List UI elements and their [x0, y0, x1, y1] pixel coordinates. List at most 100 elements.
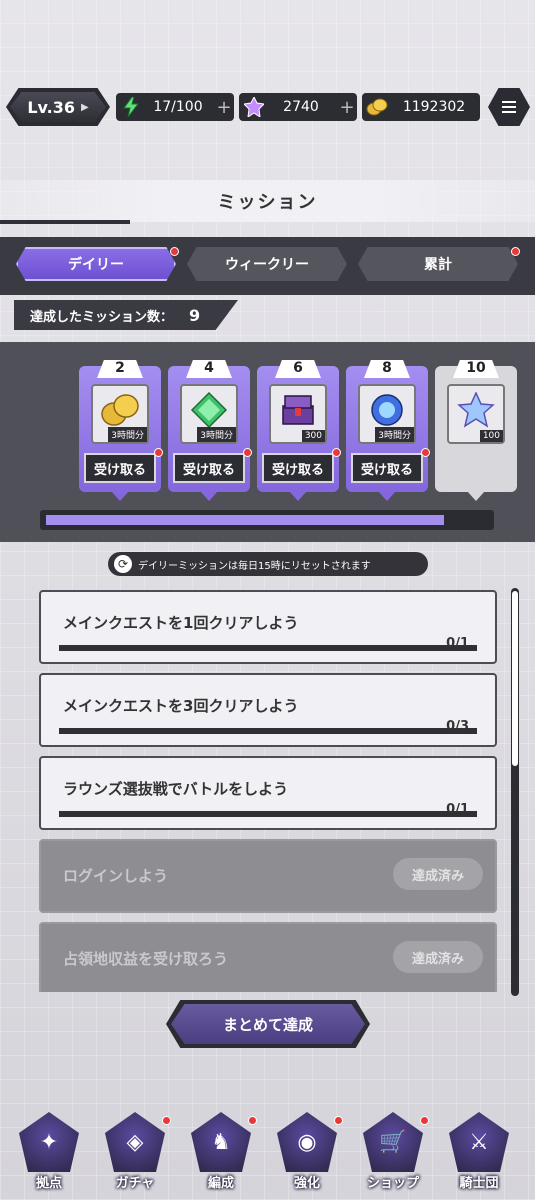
milestone-pointer	[111, 491, 129, 501]
milestone-reward: 8 3時間分 受け取る	[346, 360, 430, 501]
milestone-step: 4	[204, 360, 214, 376]
nav-shop[interactable]: 🛒 ショップ	[354, 1108, 432, 1194]
bottom-navigation: ✦ 拠点 ◈ ガチャ ♞ 編成 ◉ 強化 🛒 ショップ ⚔ 騎士団	[0, 1108, 535, 1200]
mission-item[interactable]: ラウンズ選抜戦でバトルをしよう 0/1	[39, 756, 497, 830]
claim-button[interactable]: 受け取る	[173, 453, 245, 483]
completed-badge: 達成済み	[393, 941, 483, 973]
milestone-pointer	[200, 491, 218, 501]
reward-item[interactable]: 3時間分	[91, 384, 149, 444]
mission-title: ラウンズ選抜戦でバトルをしよう	[63, 780, 289, 798]
base-icon: ✦	[19, 1112, 79, 1172]
claim-button[interactable]: 受け取る	[262, 453, 334, 483]
milestone-rewards-panel: 2 3時間分 受け取る 4 3時間分 受け取る 6 300 受け取る 8 3時間…	[0, 342, 535, 542]
reset-note: ⟳ デイリーミッションは毎日15時にリセットされます	[108, 552, 428, 576]
claim-button[interactable]: 受け取る	[84, 453, 156, 483]
milestone-reward: 2 3時間分 受け取る	[79, 360, 163, 501]
nav-formation[interactable]: ♞ 編成	[182, 1108, 260, 1194]
claim-notice-dot	[243, 448, 252, 457]
gold-value: 1192302	[402, 99, 466, 115]
lightning-icon	[120, 96, 142, 118]
add-gem-button[interactable]: +	[337, 97, 357, 118]
title-underline	[0, 220, 130, 224]
bulk-complete-button[interactable]: まとめて達成	[166, 1000, 370, 1048]
tab-cumulative-notice-dot	[511, 247, 520, 256]
mission-progress-bar	[59, 728, 477, 734]
level-badge[interactable]: Lv.36 ▶	[6, 88, 110, 126]
nav-gacha[interactable]: ◈ ガチャ	[96, 1108, 174, 1194]
nav-label: ショップ	[366, 1176, 419, 1191]
chevron-right-icon: ▶	[80, 101, 89, 113]
mission-title: ログインしよう	[63, 867, 169, 885]
tab-weekly[interactable]: ウィークリー	[187, 247, 347, 281]
milestone-progress-bar	[40, 510, 494, 530]
milestone-reward: 6 300 受け取る	[257, 360, 341, 501]
reward-qty: 300	[301, 430, 325, 442]
nav-label: 編成	[207, 1176, 234, 1191]
mission-progress: 0/1	[446, 636, 469, 651]
gem-value: 2740	[283, 99, 319, 115]
refresh-icon: ⟳	[114, 555, 132, 573]
reward-qty: 3時間分	[108, 427, 147, 442]
achieved-count-banner: 達成したミッション数： 9	[14, 300, 238, 330]
milestone-step: 10	[466, 360, 486, 376]
mission-title: 占領地収益を受け取ろう	[63, 950, 229, 968]
milestone-pointer	[378, 491, 396, 501]
nav-base[interactable]: ✦ 拠点	[10, 1108, 88, 1194]
claim-button[interactable]: 受け取る	[351, 453, 423, 483]
claim-notice-dot	[332, 448, 341, 457]
milestone-step: 2	[115, 360, 125, 376]
formation-icon: ♞	[191, 1112, 251, 1172]
bulk-complete-label: まとめて達成	[222, 1015, 313, 1034]
menu-button[interactable]	[488, 88, 530, 126]
add-stamina-button[interactable]: +	[214, 97, 234, 118]
nav-notice-dot	[420, 1116, 429, 1125]
reward-item[interactable]: 300	[269, 384, 327, 444]
mission-item[interactable]: メインクエストを1回クリアしよう 0/1	[39, 590, 497, 664]
mission-item[interactable]: メインクエストを3回クリアしよう 0/3	[39, 673, 497, 747]
tab-daily[interactable]: デイリー	[16, 247, 176, 281]
milestone-pointer	[289, 491, 307, 501]
mission-list[interactable]: メインクエストを1回クリアしよう 0/1 メインクエストを3回クリアしよう 0/…	[39, 590, 498, 992]
gem-icon	[243, 96, 265, 118]
nav-notice-dot	[334, 1116, 343, 1125]
mission-progress-bar	[59, 645, 477, 651]
reward-qty: 3時間分	[197, 427, 236, 442]
nav-label: 拠点	[35, 1176, 62, 1191]
reward-item[interactable]: 3時間分	[358, 384, 416, 444]
reward-item[interactable]: 3時間分	[180, 384, 238, 444]
milestone-reward-locked: 10 100	[435, 360, 517, 501]
nav-label: 強化	[293, 1176, 320, 1191]
mission-item-completed: 占領地収益を受け取ろう 達成済み	[39, 922, 497, 992]
nav-knights[interactable]: ⚔ 騎士団	[440, 1108, 518, 1194]
claim-notice-dot	[421, 448, 430, 457]
mission-progress: 0/3	[446, 719, 469, 734]
nav-label: 騎士団	[459, 1176, 499, 1191]
milestone-progress-fill	[46, 515, 444, 525]
gold-counter: 1192302	[362, 93, 480, 121]
blue-orb-icon	[368, 392, 406, 428]
shop-icon: 🛒	[363, 1112, 423, 1172]
tab-weekly-label: ウィークリー	[225, 257, 309, 273]
star-gem-icon	[457, 391, 495, 428]
nav-notice-dot	[162, 1116, 171, 1125]
nav-enhance[interactable]: ◉ 強化	[268, 1108, 346, 1194]
tab-daily-notice-dot	[170, 247, 179, 256]
reward-item[interactable]: 100	[447, 384, 505, 444]
achieved-label: 達成したミッション数：	[30, 309, 174, 325]
mission-title: メインクエストを3回クリアしよう	[63, 697, 299, 715]
tab-cumulative[interactable]: 累計	[358, 247, 518, 281]
tab-cumulative-label: 累計	[424, 257, 452, 273]
completed-badge: 達成済み	[393, 858, 483, 890]
tab-daily-label: デイリー	[68, 257, 124, 273]
knights-icon: ⚔	[449, 1112, 509, 1172]
nav-notice-dot	[248, 1116, 257, 1125]
gem-counter: 2740 +	[239, 93, 357, 121]
hamburger-icon	[502, 101, 516, 113]
scrollbar-thumb[interactable]	[512, 591, 518, 766]
stamina-value: 17/100	[153, 99, 203, 115]
claim-notice-dot	[154, 448, 163, 457]
mission-list-scrollbar[interactable]	[511, 588, 519, 996]
achieved-count: 9	[189, 305, 201, 325]
page-title: ミッション	[0, 180, 535, 222]
gold-coins-icon	[366, 96, 388, 118]
